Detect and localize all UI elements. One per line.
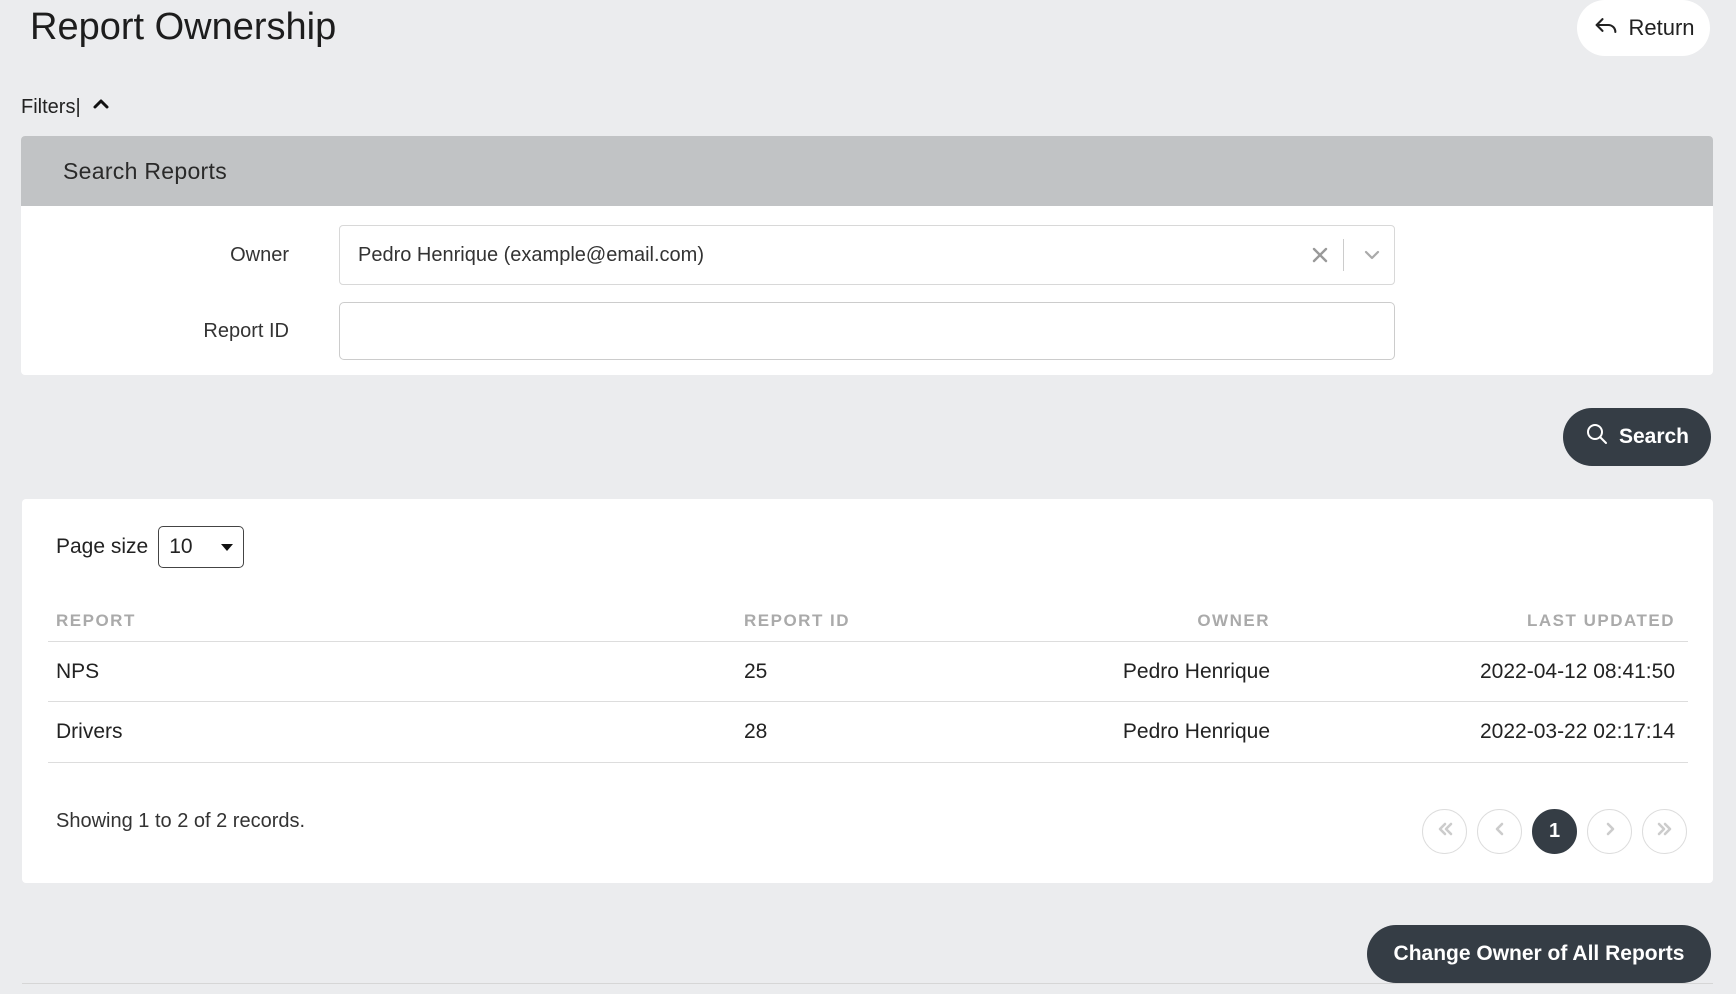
page-button-current[interactable]: 1 xyxy=(1532,809,1577,854)
report-ownership-page: Report Ownership Return Filters| Search … xyxy=(0,0,1736,994)
page-title: Report Ownership xyxy=(30,6,337,48)
results-panel: Page size 10 REPORT REPORT ID OWNER LAST… xyxy=(22,499,1713,883)
search-reports-panel: Search Reports Owner Pedro Henrique (exa… xyxy=(21,136,1713,375)
next-page-icon xyxy=(1599,818,1621,845)
search-panel-title: Search Reports xyxy=(21,136,1713,206)
owner-label: Owner xyxy=(230,243,289,266)
column-header-report-id[interactable]: REPORT ID xyxy=(744,600,850,641)
report-id-input[interactable] xyxy=(339,302,1395,360)
cell-owner: Pedro Henrique xyxy=(1122,659,1270,683)
bottom-divider xyxy=(22,983,1713,984)
cell-report: NPS xyxy=(56,659,100,683)
owner-select[interactable]: Pedro Henrique (example@email.com) xyxy=(339,225,1395,285)
next-page-button[interactable] xyxy=(1587,809,1632,854)
first-page-button[interactable] xyxy=(1422,809,1467,854)
page-size-select[interactable]: 10 xyxy=(158,526,245,568)
table-row[interactable]: NPS 25 Pedro Henrique 2022-04-12 08:41:5… xyxy=(48,642,1688,702)
chevron-down-icon[interactable] xyxy=(1350,244,1394,266)
column-header-last-updated[interactable]: LAST UPDATED xyxy=(1527,600,1675,641)
search-icon xyxy=(1585,422,1609,452)
prev-page-icon xyxy=(1489,818,1511,845)
return-icon xyxy=(1592,11,1620,45)
page-size-value: 10 xyxy=(169,535,193,558)
change-owner-all-button[interactable]: Change Owner of All Reports xyxy=(1367,925,1711,983)
filters-toggle[interactable]: Filters| xyxy=(21,94,111,120)
search-button[interactable]: Search xyxy=(1563,408,1711,466)
filters-label: Filters| xyxy=(21,95,81,118)
owner-select-value: Pedro Henrique (example@email.com) xyxy=(358,243,704,266)
prev-page-button[interactable] xyxy=(1477,809,1522,854)
return-label: Return xyxy=(1628,15,1695,40)
return-button[interactable]: Return xyxy=(1577,0,1710,56)
cell-report-id: 25 xyxy=(744,659,768,683)
column-header-report[interactable]: REPORT xyxy=(56,600,136,641)
records-summary: Showing 1 to 2 of 2 records. xyxy=(56,810,306,832)
cell-report: Drivers xyxy=(56,720,123,743)
report-id-label: Report ID xyxy=(203,319,289,342)
select-separator xyxy=(1343,239,1344,271)
cell-last-updated: 2022-04-12 08:41:50 xyxy=(1480,659,1675,683)
clear-icon[interactable] xyxy=(1303,246,1337,264)
table-row[interactable]: Drivers 28 Pedro Henrique 2022-03-22 02:… xyxy=(48,702,1688,763)
column-header-owner[interactable]: OWNER xyxy=(1197,600,1270,641)
search-label: Search xyxy=(1618,425,1690,448)
cell-report-id: 28 xyxy=(744,720,768,743)
table-header: REPORT REPORT ID OWNER LAST UPDATED xyxy=(48,600,1688,642)
last-page-button[interactable] xyxy=(1642,809,1687,854)
page-size-label: Page size xyxy=(56,535,149,558)
pagination: 1 xyxy=(1422,809,1687,854)
report-id-field-row: Report ID xyxy=(21,302,1713,360)
cell-last-updated: 2022-03-22 02:17:14 xyxy=(1480,720,1675,743)
first-page-icon xyxy=(1434,818,1456,845)
chevron-up-icon xyxy=(91,94,111,120)
last-page-icon xyxy=(1654,818,1676,845)
cell-owner: Pedro Henrique xyxy=(1122,720,1270,743)
owner-field-row: Owner Pedro Henrique (example@email.com) xyxy=(21,224,1713,286)
caret-down-icon xyxy=(221,543,234,551)
page-size-control: Page size 10 xyxy=(56,526,245,568)
